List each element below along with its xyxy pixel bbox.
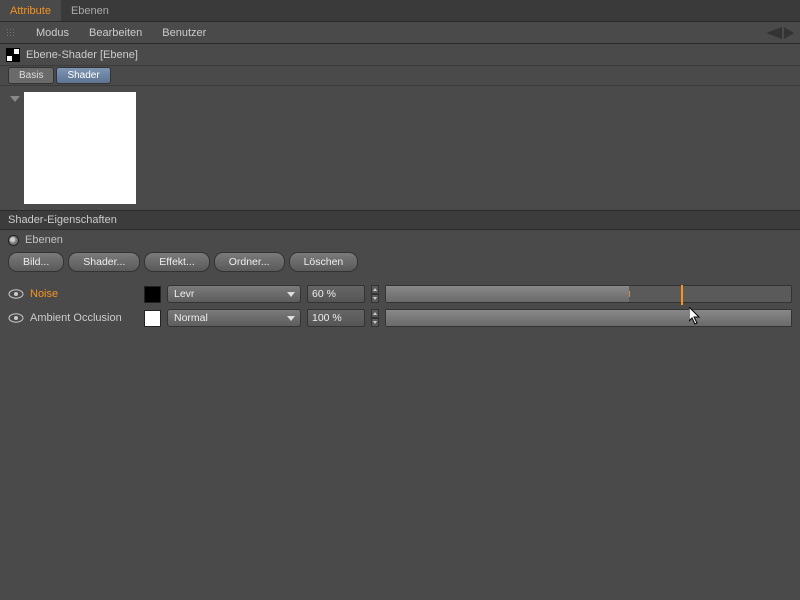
btn-bild[interactable]: Bild... <box>8 252 64 272</box>
blend-mode-dropdown[interactable]: Levr <box>167 285 301 303</box>
menu-modus[interactable]: Modus <box>26 24 79 42</box>
layer-name[interactable]: Ambient Occlusion <box>30 312 138 324</box>
layer-name[interactable]: Noise <box>30 288 138 300</box>
shader-preview[interactable] <box>24 92 136 204</box>
section-shader-props: Shader-Eigenschaften <box>0 210 800 230</box>
btn-loeschen[interactable]: Löschen <box>289 252 359 272</box>
opacity-slider[interactable] <box>385 285 792 303</box>
nav-back-icon[interactable] <box>760 27 782 39</box>
btn-shader[interactable]: Shader... <box>68 252 140 272</box>
layer-shader-icon <box>6 48 20 62</box>
tab-attribute[interactable]: Attribute <box>0 0 61 21</box>
tab-ebenen[interactable]: Ebenen <box>61 0 119 21</box>
eye-icon[interactable] <box>8 289 24 299</box>
blend-mode-dropdown[interactable]: Normal <box>167 309 301 327</box>
menu-bearbeiten[interactable]: Bearbeiten <box>79 24 152 42</box>
menu-benutzer[interactable]: Benutzer <box>152 24 216 42</box>
layer-swatch[interactable] <box>144 310 161 327</box>
subtab-shader[interactable]: Shader <box>56 67 110 84</box>
subtab-basis[interactable]: Basis <box>8 67 54 84</box>
object-name: Ebene-Shader [Ebene] <box>26 49 138 61</box>
opacity-spinner[interactable] <box>371 285 379 303</box>
opacity-spinner[interactable] <box>371 309 379 327</box>
opacity-input[interactable]: 100 % <box>307 309 365 327</box>
opacity-slider[interactable] <box>385 309 792 327</box>
btn-ordner[interactable]: Ordner... <box>214 252 285 272</box>
eye-icon[interactable] <box>8 313 24 323</box>
radio-ebenen[interactable] <box>8 235 19 246</box>
radio-ebenen-label: Ebenen <box>25 234 63 246</box>
drag-handle[interactable] <box>4 26 18 40</box>
layer-swatch[interactable] <box>144 286 161 303</box>
nav-fwd-icon[interactable] <box>784 27 796 39</box>
disclosure-triangle-icon[interactable] <box>10 96 20 102</box>
opacity-input[interactable]: 60 % <box>307 285 365 303</box>
btn-effekt[interactable]: Effekt... <box>144 252 209 272</box>
